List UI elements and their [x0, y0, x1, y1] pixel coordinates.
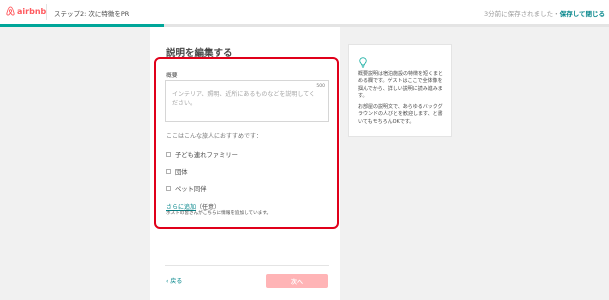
option-group[interactable]: 団体 — [166, 167, 188, 176]
option-family[interactable]: 子ども連れファミリー — [166, 150, 238, 159]
tip-paragraph-2: お部屋の説明文で、あらゆるバックグラウンドの人びとを歓迎します、と書いてもモちろ… — [358, 104, 443, 125]
checkbox[interactable] — [166, 186, 171, 191]
save-and-exit-link[interactable]: 保存して閉じる — [560, 10, 605, 18]
saved-status-text: 3分前に保存されました・ — [484, 10, 560, 18]
header-status: 3分前に保存されました・保存して閉じる — [484, 8, 605, 18]
back-button[interactable]: ‹ 戻る — [166, 276, 182, 285]
checkbox[interactable] — [166, 152, 171, 157]
summary-textarea[interactable]: 500 インテリア、照明、近所にあるものなどを説明してください。 — [165, 80, 329, 122]
summary-label: 概要 — [166, 73, 178, 79]
tip-paragraph-1: 概要説明は宿泊施設の特徴を短くまとめる欄です。ゲストはここで全体像を掴んでから、… — [358, 71, 444, 100]
lightbulb-icon — [359, 53, 367, 72]
footer-divider — [165, 265, 329, 266]
recommend-label: ここはこんな旅人におすすめです： — [166, 133, 263, 140]
checkbox[interactable] — [166, 169, 171, 174]
option-label: 団体 — [175, 169, 188, 176]
progress-fill — [0, 24, 165, 27]
option-label: 子ども連れファミリー — [175, 152, 238, 159]
next-button[interactable]: 次へ — [266, 274, 328, 288]
summary-placeholder: インテリア、照明、近所にあるものなどを説明してください。 — [172, 91, 316, 107]
char-counter: 500 — [316, 84, 325, 89]
logo-text: airbnb — [17, 6, 47, 16]
airbnb-logo[interactable]: airbnb — [6, 6, 46, 16]
tip-card: 概要説明は宿泊施設の特徴を短くまとめる欄です。ゲストはここで全体像を掴んでから、… — [348, 44, 452, 137]
option-pets[interactable]: ペット同伴 — [166, 184, 206, 193]
step-title: ステップ2: 次に特徴をPR — [54, 10, 130, 18]
top-header: airbnb ステップ2: 次に特徴をPR 3分前に保存されました・保存して閉じ… — [0, 0, 609, 25]
add-more-note: ホストの皆さんがこちらに情報を追加しています。 — [166, 211, 272, 216]
option-label: ペット同伴 — [175, 186, 207, 193]
airbnb-belo-icon — [6, 6, 15, 16]
header-divider — [46, 4, 47, 20]
